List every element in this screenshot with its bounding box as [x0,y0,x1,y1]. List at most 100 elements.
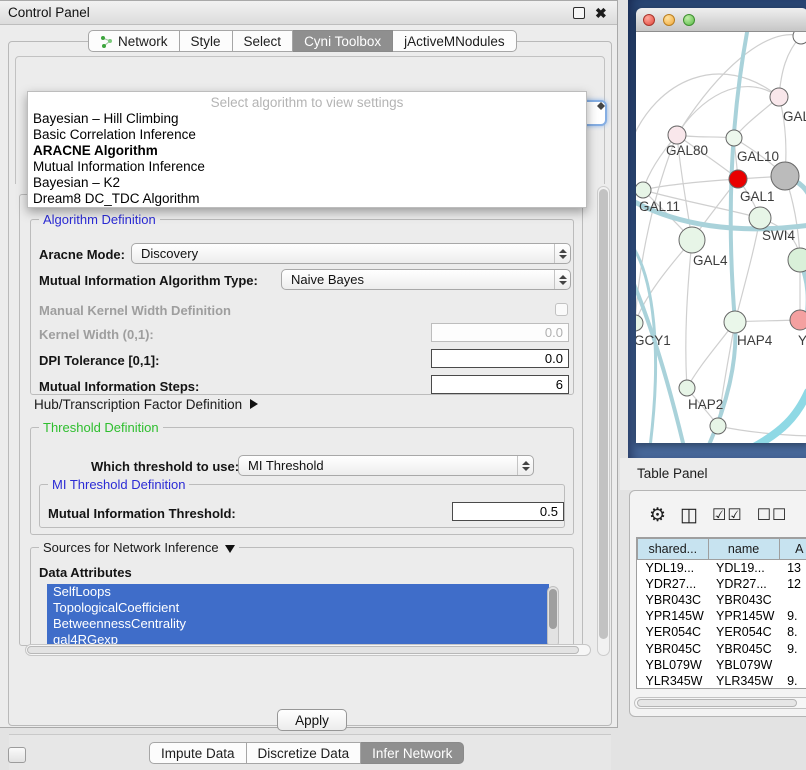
deselect-all-icon[interactable]: ☐☐ [757,506,788,526]
minimize-traffic-light-icon[interactable] [663,14,675,26]
dpi-tolerance-input[interactable]: 0.0 [431,349,569,368]
table-row[interactable]: YER054CYER054C8. [638,624,806,640]
zoom-traffic-light-icon[interactable] [683,14,695,26]
node-label: GAL1 [740,189,775,204]
apply-button[interactable]: Apply [277,709,347,731]
algorithm-option[interactable]: ARACNE Algorithm [28,143,586,159]
float-window-icon[interactable] [573,7,585,19]
close-traffic-light-icon[interactable] [643,14,655,26]
network-node-hap2[interactable] [679,380,695,396]
table-row[interactable]: YPR145WYPR145W9. [638,608,806,624]
table-toolbar: ⚙◫☑☑☐☐▢ [638,499,806,533]
tab-cyni-toolbox[interactable]: Cyni Toolbox [293,30,393,52]
network-node-gal80[interactable] [668,126,686,144]
table-row[interactable]: YBR043CYBR043C [638,592,806,608]
network-node[interactable] [788,248,806,272]
algorithm-option[interactable]: Mutual Information Inference [28,159,586,175]
algorithm-dropdown-prompt: Select algorithm to view settings [28,92,586,111]
tab-jactivemnodules[interactable]: jActiveMNodules [393,30,517,52]
control-panel-title: Control Panel [8,5,90,20]
threshold-definition-group: Threshold Definition Which threshold to … [30,427,574,535]
which-threshold-combobox[interactable]: MI Threshold [238,455,534,476]
node-label: GAL80 [666,143,708,158]
network-node-hap4[interactable] [724,311,746,333]
node-label: HAP4 [737,333,773,348]
column-header[interactable]: shared... [638,539,709,560]
tab-select[interactable]: Select [233,30,294,52]
network-view-window: GALGAL80GAL10GAL1GAL11GAL4SWI4GCY1HAP4YH… [636,8,806,443]
algorithm-definition-label: Algorithm Definition [39,212,160,227]
tab-infer-network[interactable]: Infer Network [361,742,464,764]
table-panel: ⚙◫☑☑☐☐▢ shared...nameAYDL19...YDL19...13… [629,490,806,717]
settings-gear-icon[interactable]: ⚙ [649,506,666,526]
sources-label[interactable]: Sources for Network Inference [39,540,239,555]
network-node-gal10[interactable] [726,130,742,146]
table-horizontal-scrollbar[interactable] [634,697,806,709]
network-edge [636,135,677,323]
combo-stepper-icon [597,102,605,124]
algorithm-option[interactable]: Bayesian – K2 [28,175,586,191]
column-header[interactable]: name [708,539,779,560]
network-node-gal4[interactable] [679,227,705,253]
close-icon[interactable]: ✖ [595,7,607,19]
mi-steps-input[interactable]: 6 [431,375,569,394]
data-attributes-list: SelfLoopsTopologicalCoefficientBetweenne… [47,584,549,650]
table-row[interactable]: YBR045CYBR045C9. [638,640,806,656]
algorithm-dropdown-list: Bayesian – Hill ClimbingBasic Correlatio… [28,111,586,207]
combo-stepper-icon [554,244,570,263]
network-node-gal11[interactable] [636,182,651,198]
tab-network[interactable]: Network [88,30,180,52]
node-label: SWI4 [762,228,795,243]
network-node-gal1[interactable] [729,170,747,188]
network-icon [100,35,113,48]
attribute-item[interactable]: TopologicalCoefficient [47,600,549,616]
settings-vertical-scrollbar[interactable] [597,186,610,656]
network-edge [687,322,735,388]
threshold-definition-label: Threshold Definition [39,420,163,435]
network-node-y[interactable] [790,310,806,330]
table-row[interactable]: YBL079WYBL079W [638,657,806,673]
which-threshold-value: MI Threshold [239,458,517,473]
settings-horizontal-scrollbar[interactable] [25,644,591,656]
kernel-width-label: Kernel Width (0,1): [39,327,154,342]
tab-discretize-data[interactable]: Discretize Data [247,742,362,764]
tab-style[interactable]: Style [180,30,233,52]
network-edge [677,87,779,135]
network-node[interactable] [793,32,806,44]
cyni-algorithm-settings-group: Cyni Algorithm Settings Algorithm Defini… [19,194,583,646]
table-row[interactable]: YDL19...YDL19...13 [638,560,806,576]
network-node[interactable] [771,162,799,190]
network-window-titlebar [636,8,806,32]
mi-threshold-input[interactable]: 0.5 [452,502,564,521]
table-row[interactable]: YDR27...YDR27...12 [638,576,806,592]
network-node-swi4[interactable] [749,207,771,229]
network-canvas[interactable]: GALGAL80GAL10GAL1GAL11GAL4SWI4GCY1HAP4YH… [636,32,806,443]
combo-stepper-icon [517,456,533,475]
hub-definition-expander[interactable]: Hub/Transcription Factor Definition [34,395,258,413]
node-label: GAL4 [693,253,728,268]
attribute-item[interactable]: BetweennessCentrality [47,616,549,632]
algorithm-option[interactable]: Bayesian – Hill Climbing [28,111,586,127]
column-header[interactable]: A [779,539,806,560]
network-edge [735,218,760,322]
algorithm-option[interactable]: Basic Correlation Inference [28,127,586,143]
network-node-gcy1[interactable] [636,315,643,331]
select-all-icon[interactable]: ☑☑ [712,506,743,526]
algorithm-definition-group: Algorithm Definition Aracne Mode: Discov… [30,219,574,395]
node-label: HAP2 [688,397,723,412]
column-layout-icon[interactable]: ◫ [680,506,698,526]
control-panel-window: Control Panel ✖ galFiltered.sif default … [0,0,618,728]
cyni-bottom-tabs: Impute DataDiscretize DataInfer Network [149,742,464,764]
attribute-item[interactable]: SelfLoops [47,584,549,600]
network-node[interactable] [710,418,726,434]
aracne-mode-combobox[interactable]: Discovery [131,243,571,264]
network-node-gal[interactable] [770,88,788,106]
table-row[interactable]: YLR345WYLR345W9. [638,673,806,689]
table-panel-header: Table Panel [620,458,806,490]
tab-impute-data[interactable]: Impute Data [149,742,247,764]
panel-grip-icon[interactable] [8,747,26,763]
mi-algorithm-type-combobox[interactable]: Naive Bayes [281,269,571,290]
manual-kernel-width-checkbox[interactable] [555,303,568,316]
attribute-list-scrollbar[interactable] [547,586,559,648]
algorithm-option[interactable]: Dream8 DC_TDC Algorithm [28,191,586,207]
